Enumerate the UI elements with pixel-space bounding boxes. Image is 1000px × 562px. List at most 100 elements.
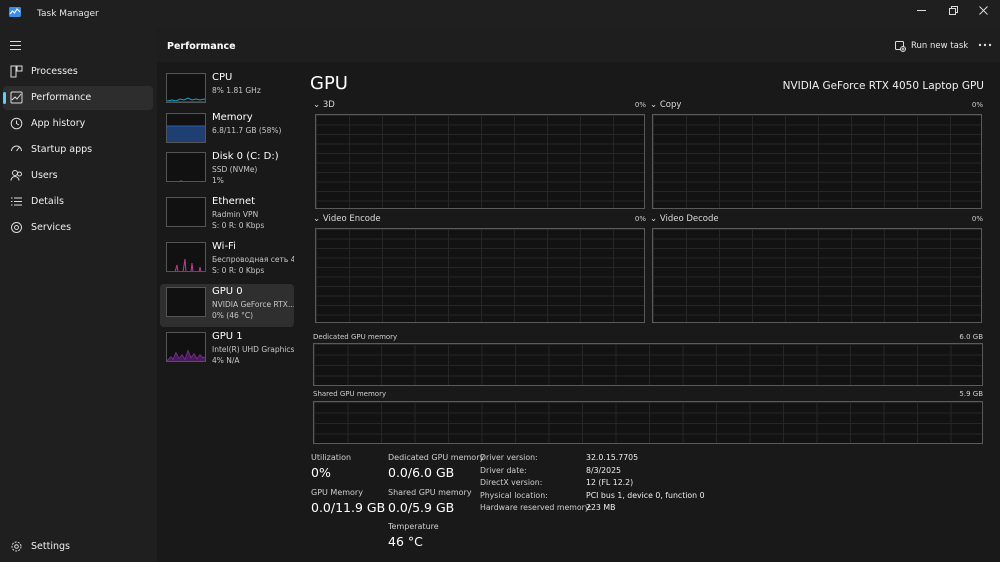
gpu-model-name: NVIDIA GeForce RTX 4050 Laptop GPU: [782, 80, 984, 92]
nav-label: Startup apps: [31, 144, 93, 155]
gpu-memory-value: 0.0/11.9 GB: [311, 500, 386, 515]
active-indicator: [3, 92, 6, 104]
nav-label: App history: [31, 118, 86, 129]
engine-3d-graph: [315, 114, 645, 209]
services-icon: [11, 222, 22, 233]
content-header: Performance Run new task: [157, 30, 1000, 62]
engine-percent: 0%: [971, 215, 983, 223]
gpu-title: GPU: [310, 73, 348, 94]
navigation-sidebar: Processes Performance App history Startu…: [0, 30, 157, 562]
disk-thumbnail-graph: [166, 152, 206, 182]
nav-item-processes[interactable]: Processes: [3, 60, 153, 84]
engine-video-encode-graph: [315, 228, 645, 323]
dedicated-memory-graph: [313, 343, 983, 386]
nav-item-startup-apps[interactable]: Startup apps: [3, 138, 153, 162]
device-name: GPU 1: [212, 331, 243, 342]
run-new-task-label: Run new task: [911, 41, 969, 51]
engine-3d-label[interactable]: ⌄ 3D: [313, 100, 335, 110]
shared-memory-graph: [313, 401, 983, 444]
device-item-ethernet[interactable]: Ethernet Radmin VPN S: 0 R: 0 Kbps: [160, 194, 294, 237]
nav-item-performance[interactable]: Performance: [3, 86, 153, 110]
shared-memory-label: Shared GPU memory: [388, 488, 472, 497]
nav-item-users[interactable]: Users: [3, 164, 153, 188]
engine-percent: 0%: [634, 101, 646, 109]
driver-version-value: 32.0.15.7705: [586, 453, 639, 462]
directx-version-key: DirectX version:: [480, 478, 543, 487]
more-options-icon[interactable]: [977, 38, 993, 52]
close-button[interactable]: [968, 2, 998, 18]
wifi-thumbnail-graph: [166, 242, 206, 272]
settings-label: Settings: [31, 541, 70, 552]
nav-item-services[interactable]: Services: [3, 216, 153, 240]
ethernet-thumbnail-graph: [166, 197, 206, 227]
device-name: Ethernet: [212, 196, 256, 207]
hardware-reserved-memory-key: Hardware reserved memory:: [480, 503, 592, 512]
engine-label: Video Encode: [322, 214, 381, 224]
title-bar: Task Manager: [0, 0, 1000, 30]
shared-memory-graph-label: Shared GPU memory: [313, 390, 387, 398]
utilization-value: 0%: [311, 465, 331, 480]
engine-copy-graph: [652, 114, 982, 209]
cpu-thumbnail-graph: [166, 73, 206, 103]
dedicated-memory-max: 6.0 GB: [959, 333, 983, 341]
gpu0-thumbnail-graph: [166, 287, 206, 317]
close-icon: [978, 5, 988, 15]
device-item-gpu-0[interactable]: GPU 0 NVIDIA GeForce RTX... 0% (46 °C): [160, 284, 294, 327]
window-title: Task Manager: [37, 9, 99, 19]
run-new-task-button[interactable]: Run new task: [895, 39, 968, 53]
nav-label: Details: [31, 196, 64, 207]
startup-apps-icon: [11, 145, 22, 152]
gpu-memory-label: GPU Memory: [311, 488, 363, 497]
device-item-disk[interactable]: Disk 0 (C: D:) SSD (NVMe) 1%: [160, 149, 294, 192]
device-detail: Беспроводная сеть 4: [212, 255, 294, 264]
dedicated-memory-label: Dedicated GPU memory: [388, 453, 485, 462]
directx-version-value: 12 (FL 12.2): [586, 478, 634, 487]
temperature-value: 46 °C: [388, 534, 423, 549]
users-icon: [10, 170, 22, 181]
nav-item-details[interactable]: Details: [3, 190, 153, 214]
temperature-label: Temperature: [388, 522, 439, 531]
device-item-wifi[interactable]: Wi-Fi Беспроводная сеть 4 S: 0 R: 0 Kbps: [160, 239, 294, 282]
nav-label: Processes: [31, 66, 78, 77]
device-item-gpu-1[interactable]: GPU 1 Intel(R) UHD Graphics 4% N/A: [160, 329, 294, 372]
app-history-icon: [10, 117, 23, 130]
driver-date-value: 8/3/2025: [586, 466, 622, 475]
nav-item-settings[interactable]: Settings: [3, 535, 153, 559]
device-detail: SSD (NVMe): [212, 165, 258, 174]
utilization-label: Utilization: [311, 453, 352, 462]
engine-video-encode-label[interactable]: ⌄ Video Encode: [313, 214, 381, 224]
processes-icon: [10, 65, 23, 78]
details-icon: [11, 197, 22, 206]
physical-location-key: Physical location:: [480, 491, 548, 500]
device-detail: S: 0 R: 0 Kbps: [212, 266, 265, 275]
device-detail: 4% N/A: [212, 356, 240, 365]
device-item-cpu[interactable]: CPU 8% 1.81 GHz: [160, 70, 294, 113]
gear-icon: [11, 541, 22, 552]
page-title: Performance: [167, 41, 236, 52]
device-detail: 1%: [212, 176, 224, 185]
engine-label: Copy: [659, 100, 682, 110]
restore-icon: [948, 5, 958, 15]
engine-copy-label[interactable]: ⌄ Copy: [650, 100, 681, 110]
restore-button[interactable]: [938, 2, 968, 18]
minimize-button[interactable]: [906, 2, 936, 18]
device-name: CPU: [212, 72, 233, 83]
minimize-icon: [916, 9, 926, 11]
shared-memory-max: 5.9 GB: [959, 390, 983, 398]
dedicated-memory-graph-label: Dedicated GPU memory: [313, 333, 398, 341]
engine-percent: 0%: [971, 101, 983, 109]
engine-label: Video Decode: [659, 214, 719, 224]
nav-label: Users: [31, 170, 58, 181]
nav-item-app-history[interactable]: App history: [3, 112, 153, 136]
device-item-memory[interactable]: Memory 6.8/11.7 GB (58%): [160, 110, 294, 153]
engine-video-decode-label[interactable]: ⌄ Video Decode: [650, 214, 719, 224]
device-detail: 0% (46 °C): [212, 311, 254, 320]
hardware-reserved-memory-value: 223 MB: [586, 503, 616, 512]
device-name: GPU 0: [212, 286, 243, 297]
device-name: Wi-Fi: [212, 241, 236, 252]
device-name: Disk 0 (C: D:): [212, 151, 279, 162]
run-task-icon: [895, 40, 906, 52]
device-name: Memory: [212, 112, 253, 123]
hamburger-menu-icon[interactable]: [10, 41, 21, 50]
driver-date-key: Driver date:: [480, 466, 527, 475]
